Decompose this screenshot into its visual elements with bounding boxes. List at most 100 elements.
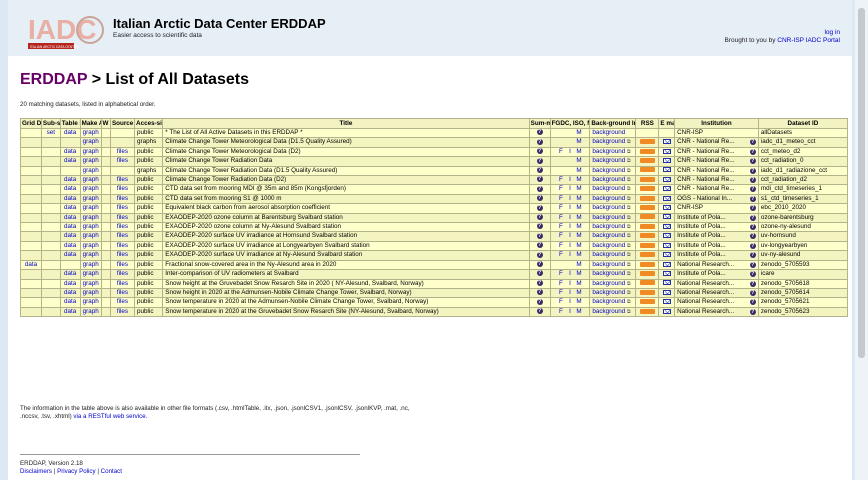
make-graph-link[interactable]: graph: [83, 271, 99, 277]
make-graph-link[interactable]: graph: [83, 195, 99, 201]
tabledap-link[interactable]: data: [64, 299, 76, 305]
institution-help-icon[interactable]: ?: [749, 233, 756, 240]
files-link[interactable]: files: [117, 195, 128, 201]
background-link[interactable]: background: [592, 224, 625, 230]
email-icon[interactable]: [662, 299, 671, 305]
make-graph-link[interactable]: graph: [83, 261, 99, 267]
background-link[interactable]: background: [592, 214, 625, 220]
background-link[interactable]: background: [592, 139, 625, 145]
institution-help-icon[interactable]: ?: [749, 139, 756, 146]
make-graph-link[interactable]: graph: [83, 186, 99, 192]
make-graph-link[interactable]: graph: [83, 205, 99, 211]
rss-icon[interactable]: [639, 158, 655, 164]
rss-icon[interactable]: [639, 205, 655, 211]
metadata-link[interactable]: M: [574, 242, 583, 249]
background-link[interactable]: background: [592, 289, 625, 295]
files-link[interactable]: files: [117, 242, 128, 248]
griddap-link[interactable]: data: [25, 261, 37, 267]
email-icon[interactable]: [662, 176, 671, 182]
make-graph-link[interactable]: graph: [83, 252, 99, 258]
metadata-link[interactable]: M: [574, 261, 583, 268]
tabledap-link[interactable]: data: [64, 289, 76, 295]
fgdc-link[interactable]: F: [556, 224, 565, 231]
metadata-link[interactable]: M: [574, 289, 583, 296]
background-link[interactable]: background: [592, 167, 625, 173]
metadata-link[interactable]: M: [574, 167, 583, 174]
email-icon[interactable]: [662, 214, 671, 220]
metadata-link[interactable]: M: [574, 308, 583, 315]
background-link[interactable]: background: [592, 158, 625, 164]
tabledap-link[interactable]: data: [64, 233, 76, 239]
make-graph-link[interactable]: graph: [83, 130, 99, 136]
email-icon[interactable]: [662, 280, 671, 286]
metadata-link[interactable]: M: [574, 214, 583, 221]
disclaimers-link[interactable]: Disclaimers: [20, 468, 52, 475]
metadata-link[interactable]: M: [574, 195, 583, 202]
make-graph-link[interactable]: graph: [83, 167, 99, 173]
email-icon[interactable]: [662, 205, 671, 211]
make-graph-link[interactable]: graph: [83, 224, 99, 230]
metadata-link[interactable]: M: [574, 299, 583, 306]
files-link[interactable]: files: [117, 186, 128, 192]
iso-link[interactable]: I: [565, 252, 574, 259]
fgdc-link[interactable]: F: [556, 242, 565, 249]
email-icon[interactable]: [662, 223, 671, 229]
rss-icon[interactable]: [639, 214, 655, 220]
institution-help-icon[interactable]: ?: [749, 167, 756, 174]
fgdc-link[interactable]: F: [556, 177, 565, 184]
tabledap-link[interactable]: data: [64, 242, 76, 248]
background-link[interactable]: background: [592, 308, 625, 314]
email-icon[interactable]: [662, 242, 671, 248]
background-link[interactable]: background: [592, 252, 625, 258]
make-graph-link[interactable]: graph: [83, 242, 99, 248]
metadata-link[interactable]: M: [574, 130, 583, 137]
summary-help-icon[interactable]: ?: [536, 148, 543, 155]
rss-icon[interactable]: [639, 261, 655, 267]
make-graph-link[interactable]: graph: [83, 233, 99, 239]
summary-help-icon[interactable]: ?: [536, 308, 543, 315]
make-graph-link[interactable]: graph: [83, 139, 99, 145]
iso-link[interactable]: I: [565, 205, 574, 212]
background-link[interactable]: background: [592, 242, 625, 248]
files-link[interactable]: files: [117, 289, 128, 295]
make-graph-link[interactable]: graph: [83, 280, 99, 286]
background-link[interactable]: background: [592, 261, 625, 267]
files-link[interactable]: files: [117, 158, 128, 164]
metadata-link[interactable]: M: [574, 205, 583, 212]
metadata-link[interactable]: M: [574, 252, 583, 259]
email-icon[interactable]: [662, 270, 671, 276]
rss-icon[interactable]: [639, 186, 655, 192]
background-link[interactable]: background: [592, 271, 625, 277]
rss-icon[interactable]: [639, 299, 655, 305]
tabledap-link[interactable]: data: [64, 308, 76, 314]
fgdc-link[interactable]: F: [556, 195, 565, 202]
iso-link[interactable]: I: [565, 299, 574, 306]
tabledap-link[interactable]: data: [64, 195, 76, 201]
rss-icon[interactable]: [639, 308, 655, 314]
vertical-scrollbar[interactable]: [855, 0, 868, 480]
summary-help-icon[interactable]: ?: [536, 185, 543, 192]
institution-help-icon[interactable]: ?: [749, 214, 756, 221]
files-link[interactable]: files: [117, 308, 128, 314]
iso-link[interactable]: I: [565, 195, 574, 202]
institution-help-icon[interactable]: ?: [749, 261, 756, 268]
email-icon[interactable]: [662, 158, 671, 164]
iso-link[interactable]: I: [565, 186, 574, 193]
summary-help-icon[interactable]: ?: [536, 214, 543, 220]
fgdc-link[interactable]: F: [556, 186, 565, 193]
tabledap-link[interactable]: data: [64, 224, 76, 230]
summary-help-icon[interactable]: ?: [536, 167, 543, 173]
rss-icon[interactable]: [639, 252, 655, 258]
email-icon[interactable]: [662, 308, 671, 314]
email-icon[interactable]: [662, 233, 671, 239]
summary-help-icon[interactable]: ?: [536, 251, 543, 258]
make-graph-link[interactable]: graph: [83, 308, 99, 314]
rss-icon[interactable]: [639, 148, 655, 154]
restful-link[interactable]: via a RESTful web service.: [73, 413, 147, 420]
institution-help-icon[interactable]: ?: [749, 242, 756, 249]
rss-icon[interactable]: [639, 289, 655, 295]
email-icon[interactable]: [662, 195, 671, 201]
fgdc-link[interactable]: F: [556, 214, 565, 221]
rss-icon[interactable]: [639, 139, 655, 145]
rss-icon[interactable]: [639, 195, 655, 201]
